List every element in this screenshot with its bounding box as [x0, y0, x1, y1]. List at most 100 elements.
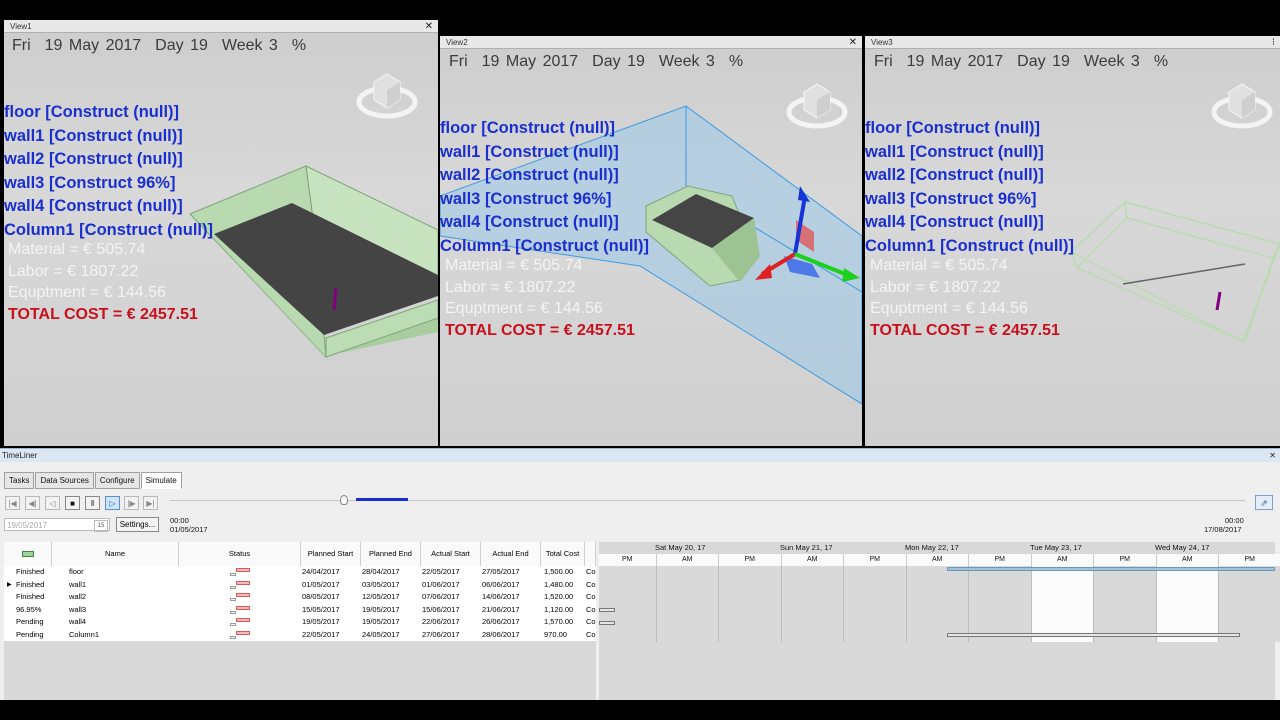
gantt-column	[906, 566, 969, 642]
element-wall3: wall3 [Construct 96%]	[4, 173, 176, 192]
cell-cost: 1,570.00	[544, 617, 574, 626]
gantt-day-header: Tue May 23, 17	[1030, 543, 1082, 552]
cell-as: 15/06/2017	[422, 604, 460, 614]
start-time-label: 00:00	[170, 516, 189, 525]
status-bar-icon	[236, 605, 250, 610]
element-floor: floor [Construct (null)]	[865, 119, 1041, 137]
column-header-total-cost[interactable]: Total Cost	[541, 542, 585, 566]
gantt-half-day-header: PM	[844, 554, 907, 566]
step-back-icon[interactable]: ◀|	[25, 496, 40, 510]
status-planned-icon	[230, 573, 236, 576]
gantt-half-day-header: PM	[969, 554, 1032, 566]
status-bar-icon	[236, 618, 250, 622]
cell-as: 01/06/2017	[422, 579, 460, 589]
column-header-extra[interactable]	[585, 542, 596, 566]
cell-extra: Co	[586, 629, 596, 639]
step-forward-icon[interactable]: |▶	[124, 496, 139, 510]
element-wall2: wall2 [Construct (null)]	[865, 166, 1044, 184]
play-icon[interactable]: ▷	[105, 496, 120, 510]
viewport-view1[interactable]: View1 ✕ Fri 19 May 2017 Day 19 Week 3% floor…	[4, 20, 438, 446]
table-row[interactable]: Finished floor 24/04/2017 28/04/2017 22/05/2…	[4, 566, 596, 579]
viewcube-icon[interactable]	[1211, 74, 1273, 136]
end-time-label: 00:00	[1225, 516, 1244, 525]
column-header-name[interactable]: Name	[52, 542, 179, 566]
gantt-half-day-header: AM	[656, 554, 719, 566]
viewport-view3[interactable]: View3 ⁝ Fri 19 May 2017 Day 19 Week 3% floor…	[865, 36, 1280, 446]
cell-ps: 19/05/2017	[302, 617, 340, 626]
tab-simulate[interactable]: Simulate	[140, 472, 182, 489]
gantt-bar-column1[interactable]	[947, 633, 1240, 637]
task-grid: Name Status Planned Start Planned End Ac…	[4, 542, 596, 700]
cell-cost: 1,480.00	[544, 579, 574, 589]
column-header-planned-start[interactable]: Planned Start	[301, 542, 361, 566]
simulation-slider-progress	[356, 498, 408, 501]
cell-as: 22/06/2017	[422, 617, 460, 626]
cell-name: wall2	[69, 592, 87, 601]
table-row[interactable]: ▶ Finished wall1 01/05/2017 03/05/2017 01/06/…	[4, 578, 596, 591]
table-row[interactable]: 96.95% wall3 15/05/2017 19/05/2017 15/06/201…	[4, 603, 596, 616]
cell-ps: 22/05/2017	[302, 629, 340, 639]
table-row[interactable]: Pending wall4 19/05/2017 19/05/2017 22/06/20…	[4, 616, 596, 629]
pause-icon[interactable]: ‖	[85, 496, 100, 510]
cell-as: 27/06/2017	[422, 629, 460, 639]
element-wall3: wall3 [Construct 96%]	[865, 189, 1037, 208]
labor-cost: Labor = € 1807.22	[8, 262, 139, 280]
tab-configure[interactable]: Configure	[94, 472, 140, 489]
skip-to-end-icon[interactable]: ▶|	[143, 496, 158, 510]
simulation-slider-track[interactable]	[170, 500, 1245, 501]
bottom-letterbox	[0, 700, 1280, 720]
play-reverse-icon[interactable]: ◁	[45, 496, 60, 510]
cell-pe: 24/05/2017	[362, 629, 400, 639]
total-cost: TOTAL COST = € 2457.51	[445, 321, 635, 339]
viewport-view2[interactable]: View2 ✕ Fri 19 May 2017 Day 19 Week 3% floor…	[440, 36, 862, 446]
column-header-actual-end[interactable]: Actual End	[481, 542, 541, 566]
gantt-day-header: Sun May 21, 17	[780, 543, 833, 552]
table-row[interactable]: Pending Column1 22/05/2017 24/05/2017 27/06/…	[4, 628, 596, 641]
export-icon[interactable]: ⇗	[1255, 495, 1273, 510]
status-planned-icon	[230, 585, 236, 589]
labor-cost: Labor = € 1807.22	[870, 278, 1001, 296]
gantt-bar-wall3[interactable]	[599, 608, 615, 612]
view2-date-header: Fri 19 May 2017 Day 19 Week 3%	[449, 53, 744, 70]
skip-to-start-icon[interactable]: |◀	[5, 496, 20, 510]
tab-tasks[interactable]: Tasks	[4, 472, 35, 489]
gantt-bar-wall4[interactable]	[599, 621, 615, 625]
column-header-actual-start[interactable]: Actual Start	[421, 542, 481, 566]
table-row[interactable]: Finished wall2 08/05/2017 12/05/2017 07/06/2…	[4, 591, 596, 604]
cell-ae: 26/06/2017	[482, 617, 520, 626]
status-planned-icon	[230, 623, 236, 626]
cell-extra: Co	[586, 592, 596, 601]
status-planned-icon	[230, 635, 236, 639]
settings-button[interactable]: Settings...	[116, 517, 159, 532]
stop-icon[interactable]: ■	[65, 496, 80, 510]
element-floor: floor [Construct (null)]	[440, 119, 616, 137]
column-header-status[interactable]: Status	[179, 542, 301, 566]
view1-element-list: floor [Construct (null)] wall1 [Construc…	[4, 101, 213, 242]
view2-element-list: floor [Construct (null)] wall1 [Construc…	[440, 117, 649, 258]
viewcube-icon[interactable]	[356, 64, 418, 126]
cell-cost: 970.00	[544, 629, 567, 639]
calendar-icon[interactable]: 15	[94, 520, 108, 532]
active-column-header[interactable]	[4, 542, 52, 566]
gantt-half-day-header: AM	[1031, 554, 1094, 566]
element-wall1: wall1 [Construct (null)]	[4, 126, 183, 145]
gantt-column	[719, 566, 782, 642]
tab-data-sources[interactable]: Data Sources	[35, 472, 94, 489]
simulation-date-input[interactable]: 19/05/2017 15	[4, 518, 110, 532]
viewcube-icon[interactable]	[786, 74, 848, 136]
element-wall2: wall2 [Construct (null)]	[4, 150, 183, 168]
gantt-half-day-header: PM	[1219, 554, 1280, 566]
simulation-slider-thumb[interactable]	[340, 495, 349, 505]
equipment-cost: Equptment = € 144.56	[870, 300, 1028, 317]
cell-extra: Co	[586, 579, 596, 589]
gantt-bar-floor[interactable]	[947, 567, 1275, 571]
cell-ae: 28/06/2017	[482, 629, 520, 639]
column-header-planned-end[interactable]: Planned End	[361, 542, 421, 566]
close-icon[interactable]: ✕	[1269, 449, 1276, 463]
material-cost: Material = € 505.74	[8, 241, 146, 258]
gantt-column	[1094, 566, 1157, 642]
status-planned-icon	[230, 598, 236, 601]
cell-name: wall3	[69, 604, 87, 614]
cell-extra: Co	[586, 617, 596, 626]
view3-cost-summary: Material = € 505.74 Labor = € 1807.22 Eq…	[870, 255, 1060, 341]
